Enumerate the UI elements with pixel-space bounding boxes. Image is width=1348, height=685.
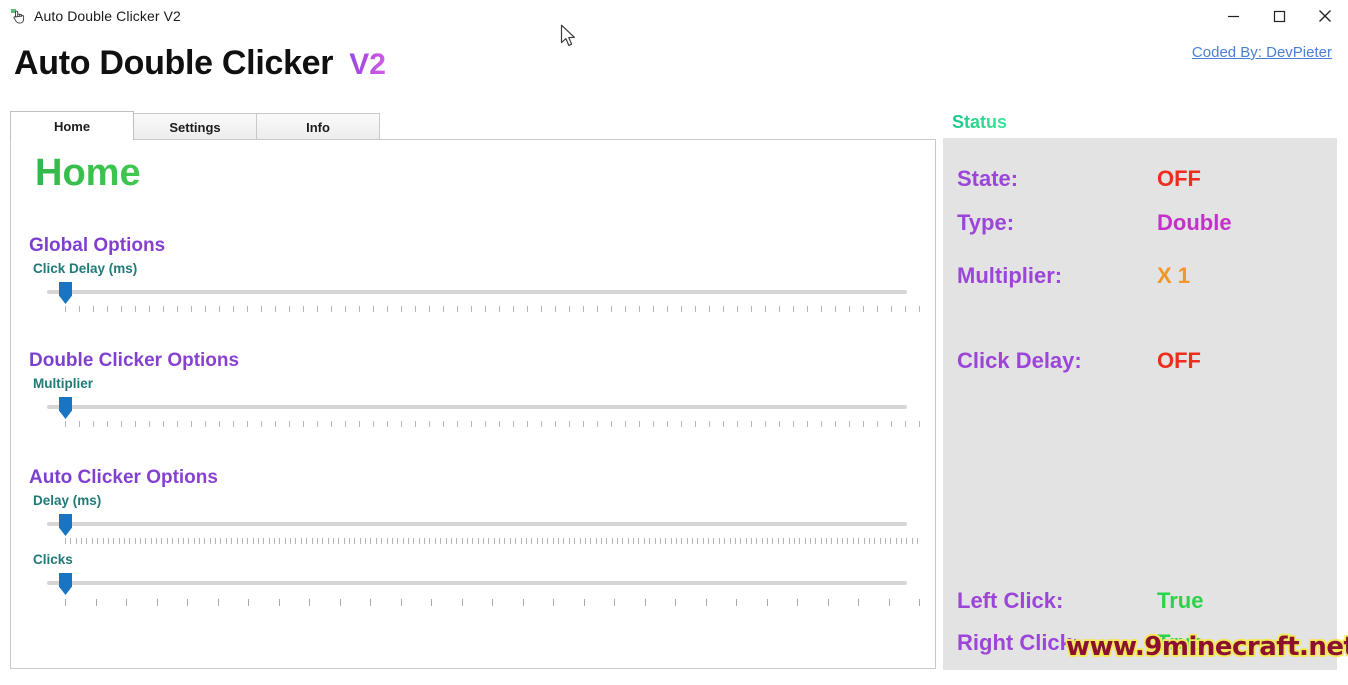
credit-link[interactable]: Coded By: DevPieter	[1192, 44, 1332, 61]
tab-info[interactable]: Info	[256, 113, 380, 140]
status-row-type: Type: Double	[957, 210, 1323, 236]
slider-ticks	[65, 421, 920, 428]
slider-label-click-delay-ms: Click Delay (ms)	[33, 261, 138, 276]
slider-thumb[interactable]	[59, 514, 72, 536]
section-auto-clicker-options: Auto Clicker Options Delay (ms) Clicks	[29, 467, 920, 611]
section-title: Double Clicker Options	[29, 350, 919, 372]
app-version-badge: V2	[349, 48, 386, 81]
status-heading: Status	[952, 112, 1008, 132]
status-value: X 1	[1157, 263, 1191, 288]
status-value: OFF	[1157, 348, 1201, 373]
application-window: Auto Double Clicker V2 Auto Double Click…	[0, 0, 1348, 685]
app-header: Auto Double Clicker V2	[14, 44, 386, 83]
status-key: Multiplier:	[957, 263, 1063, 288]
slider-label-delay-ms: Delay (ms)	[33, 493, 102, 508]
slider-label-clicks: Clicks	[33, 552, 73, 567]
status-row-multiplier: Multiplier: X 1	[957, 263, 1323, 289]
window-controls	[1210, 0, 1348, 32]
slider-clicks[interactable]	[29, 571, 920, 611]
status-value: Double	[1157, 210, 1232, 235]
minimize-button[interactable]	[1210, 0, 1256, 32]
section-global-options: Global Options Click Delay (ms)	[29, 235, 920, 320]
mouse-cursor	[560, 24, 577, 53]
slider-ticks	[65, 538, 920, 545]
status-row-click-delay: Click Delay: OFF	[957, 348, 1323, 374]
slider-label-multiplier: Multiplier	[33, 376, 93, 391]
slider-thumb[interactable]	[59, 282, 72, 304]
hand-pointer-icon	[8, 6, 28, 26]
status-row-left-click: Left Click: True	[957, 588, 1323, 614]
slider-track[interactable]	[47, 405, 907, 409]
section-double-clicker-options: Double Clicker Options Multiplier	[29, 350, 920, 435]
slider-delay-ms[interactable]	[29, 512, 919, 552]
watermark: www.9minecraft.net	[1066, 632, 1348, 662]
tab-home[interactable]: Home	[10, 111, 134, 140]
section-title: Auto Clicker Options	[29, 467, 919, 489]
slider-ticks	[65, 306, 920, 313]
home-content-panel: Home Global Options Click Delay (ms) Doubl…	[10, 139, 936, 669]
status-key: State:	[957, 166, 1019, 191]
maximize-button[interactable]	[1256, 0, 1302, 32]
slider-multiplier[interactable]	[29, 395, 920, 435]
status-key: Type:	[957, 210, 1015, 235]
slider-thumb[interactable]	[59, 397, 72, 419]
section-title: Global Options	[29, 235, 919, 257]
status-panel: State: OFF Type: Double Multiplier: X 1 Click …	[943, 138, 1337, 670]
slider-ticks	[65, 599, 920, 607]
close-button[interactable]	[1302, 0, 1348, 32]
slider-track[interactable]	[47, 581, 907, 585]
tabstrip: Home Settings Info	[10, 111, 590, 140]
window-titlebar: Auto Double Clicker V2	[0, 0, 1348, 32]
status-row-state: State: OFF	[957, 166, 1323, 192]
status-value: True	[1157, 588, 1204, 613]
slider-click-delay-ms[interactable]	[29, 280, 920, 320]
tab-settings[interactable]: Settings	[133, 113, 257, 140]
status-key: Left Click:	[957, 588, 1064, 613]
status-value: OFF	[1157, 166, 1201, 191]
page-title: Home	[35, 152, 141, 194]
window-title: Auto Double Clicker V2	[34, 8, 181, 24]
app-title: Auto Double Clicker	[14, 44, 334, 82]
slider-thumb[interactable]	[59, 573, 72, 595]
slider-track[interactable]	[47, 290, 907, 294]
status-key: Click Delay:	[957, 348, 1082, 373]
slider-track[interactable]	[47, 522, 907, 526]
